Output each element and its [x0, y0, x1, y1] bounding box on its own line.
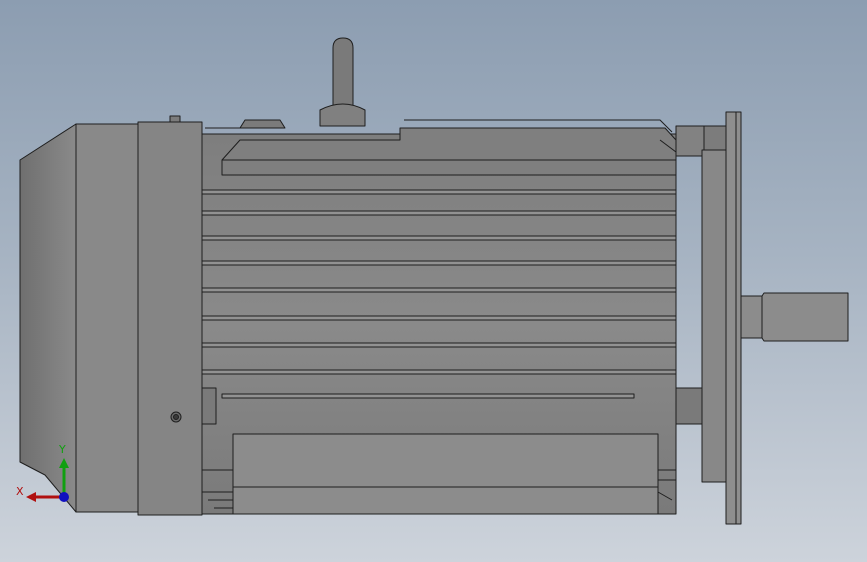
fan-cover — [75, 123, 139, 513]
bearing-housing — [675, 125, 705, 157]
x-axis-arrow — [26, 492, 36, 502]
mount-block-left — [201, 387, 217, 425]
cad-viewport[interactable]: X Y — [0, 0, 867, 562]
terminal-box — [232, 433, 659, 515]
y-axis-arrow — [59, 458, 69, 468]
x-axis-label: X — [16, 485, 24, 498]
lifting-eye — [319, 37, 366, 127]
z-axis-dot — [59, 492, 69, 502]
mount-block-right — [675, 387, 703, 425]
top-fins — [205, 119, 286, 129]
motor-model[interactable] — [0, 0, 867, 562]
end-shield-front — [701, 149, 727, 483]
view-triad[interactable] — [12, 444, 82, 514]
output-shaft — [740, 292, 849, 342]
end-shield-rear — [137, 121, 203, 516]
y-axis-label: Y — [59, 443, 66, 456]
flange — [725, 111, 742, 525]
